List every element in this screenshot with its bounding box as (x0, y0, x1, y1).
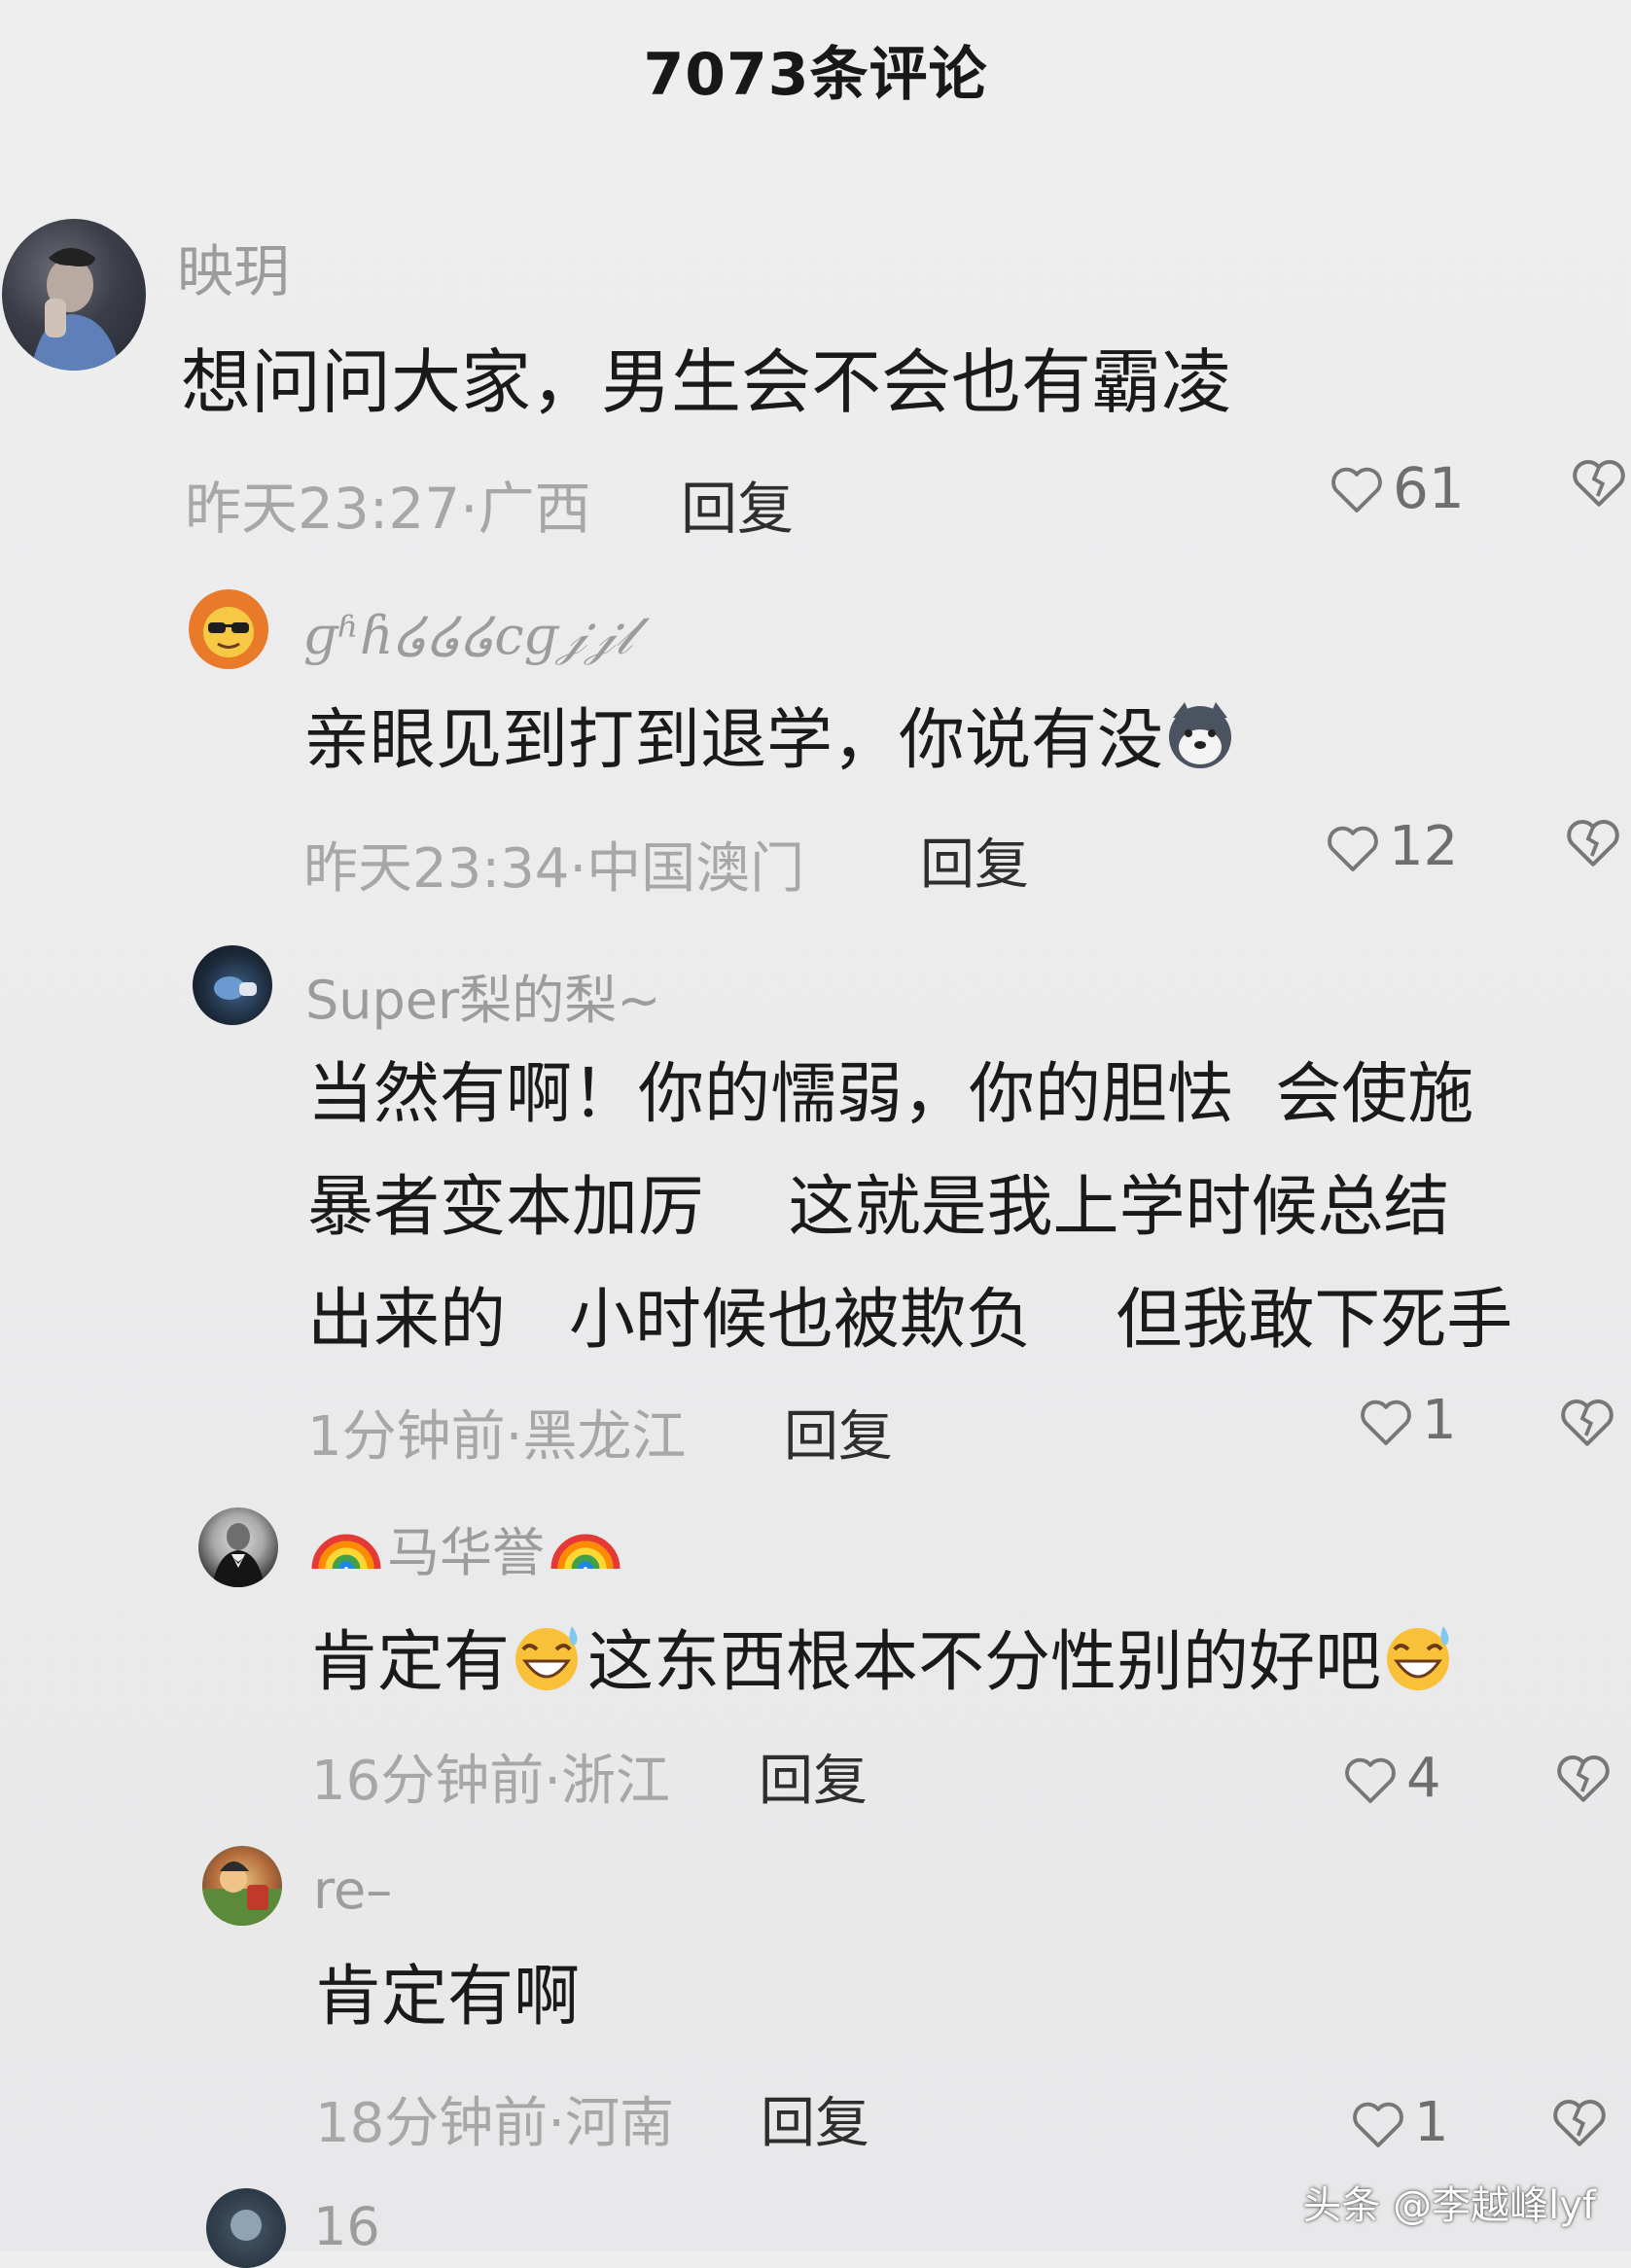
dark-photo-avatar-icon (214, 976, 257, 1000)
grinning-sweat-emoji (510, 1620, 587, 1722)
username[interactable]: ɡʱɦ໒໒໒cɡ𝒿𝒿𝓁 (303, 605, 632, 667)
heart-icon (1331, 467, 1382, 513)
tuxedo-photo-avatar-icon (212, 1523, 265, 1587)
cartoon-avatar-icon (202, 1861, 282, 1926)
username[interactable]: re– (313, 1860, 392, 1921)
broken-heart-icon (1573, 460, 1625, 507)
comment-time-location: 昨天23:27·广西 (185, 476, 591, 542)
comment-text: 当然有啊！你的懦弱，你的胆怯 会使施 暴者变本加厉 这就是我上学时候总结 出来的… (307, 1039, 1512, 1377)
sunglasses-emoji-avatar-icon (203, 607, 254, 657)
like-button[interactable]: 12 (1325, 815, 1458, 878)
user-avatar[interactable] (193, 945, 272, 1025)
username-text: 马华誉 (387, 1522, 545, 1583)
like-count: 12 (1389, 815, 1459, 878)
reply-button[interactable]: 回复 (681, 463, 794, 545)
rainbow-emoji (309, 1510, 383, 1585)
like-button[interactable]: 4 (1342, 1747, 1441, 1810)
broken-heart-icon (1567, 820, 1619, 867)
partial-avatar-icon (230, 2210, 262, 2241)
watermark: 头条 @李越峰lyf (1302, 2183, 1596, 2228)
like-count: 1 (1422, 1389, 1457, 1452)
comment-text: 肯定有啊 (315, 1959, 581, 2036)
like-button[interactable]: 61 (1329, 455, 1465, 521)
username[interactable]: 马华誉 (309, 1509, 622, 1586)
dislike-button[interactable] (1564, 813, 1622, 873)
comment-time-location: 1分钟前·黑龙江 (307, 1405, 687, 1469)
comment-time-location: 昨天23:34·中国澳门 (303, 837, 805, 901)
comment-time-location: 16分钟前·浙江 (311, 1750, 671, 1813)
reply-button[interactable]: 回复 (759, 1737, 868, 1816)
like-button[interactable]: 1 (1358, 1389, 1457, 1452)
comments-page: { "header": { "title": "7073条评论" }, "com… (0, 0, 1631, 2268)
dislike-button[interactable] (1558, 1393, 1616, 1453)
comment-count-title: 7073条评论 (643, 41, 988, 109)
username[interactable]: Super梨的梨~ (305, 957, 660, 1034)
dislike-button[interactable] (1570, 453, 1628, 514)
broken-heart-icon (1561, 1400, 1613, 1446)
comment-text-part: 这东西根本不分性别的好吧 (587, 1624, 1382, 1701)
comment-time-location: 18分钟前·河南 (315, 2092, 675, 2155)
comment-text: 想问问大家，男生会不会也有霸凌 (181, 341, 1232, 423)
dislike-button[interactable] (1554, 1749, 1613, 1809)
comment-text-body: 亲眼见到打到退学，你说有没 (303, 702, 1164, 779)
comment-text-line: 出来的 小时候也被欺负 但我敢下死手 (307, 1282, 1513, 1359)
broken-heart-icon (1557, 1755, 1610, 1802)
heart-icon (1345, 1757, 1396, 1803)
reply-button[interactable]: 回复 (761, 2079, 869, 2158)
user-avatar[interactable] (2, 219, 146, 371)
reply-button[interactable]: 回复 (784, 1393, 893, 1471)
reply-button[interactable]: 回复 (920, 821, 1029, 900)
broken-heart-icon (1553, 2100, 1606, 2146)
comment-text-part: 肯定有 (311, 1624, 511, 1701)
heart-icon (1328, 826, 1378, 871)
dislike-button[interactable] (1550, 2093, 1609, 2153)
user-avatar[interactable] (206, 2188, 286, 2268)
user-avatar[interactable] (189, 589, 268, 669)
comment-text: 肯定有 这东西根本不分性别的好吧 (311, 1614, 1459, 1722)
like-count: 4 (1406, 1747, 1441, 1810)
heart-icon (1353, 2102, 1403, 2147)
rainbow-emoji (549, 1510, 622, 1585)
person-photo-avatar-icon (31, 248, 121, 371)
comment-text-line: 当然有啊！你的懦弱，你的胆怯 会使施 (307, 1056, 1474, 1133)
comment-text: 亲眼见到打到退学，你说有没 (303, 692, 1237, 800)
username[interactable]: 映玥 (177, 226, 290, 307)
user-avatar[interactable] (202, 1846, 282, 1926)
like-button[interactable]: 1 (1350, 2091, 1449, 2154)
username[interactable]: 16 (313, 2196, 380, 2257)
heart-icon (1361, 1400, 1411, 1445)
like-count: 61 (1393, 455, 1465, 521)
grinning-sweat-emoji (1381, 1620, 1459, 1722)
husky-dog-emoji (1163, 698, 1237, 800)
comment-text-line: 暴者变本加厉 这就是我上学时候总结 (307, 1169, 1450, 1246)
user-avatar[interactable] (198, 1507, 278, 1587)
like-count: 1 (1414, 2091, 1449, 2154)
